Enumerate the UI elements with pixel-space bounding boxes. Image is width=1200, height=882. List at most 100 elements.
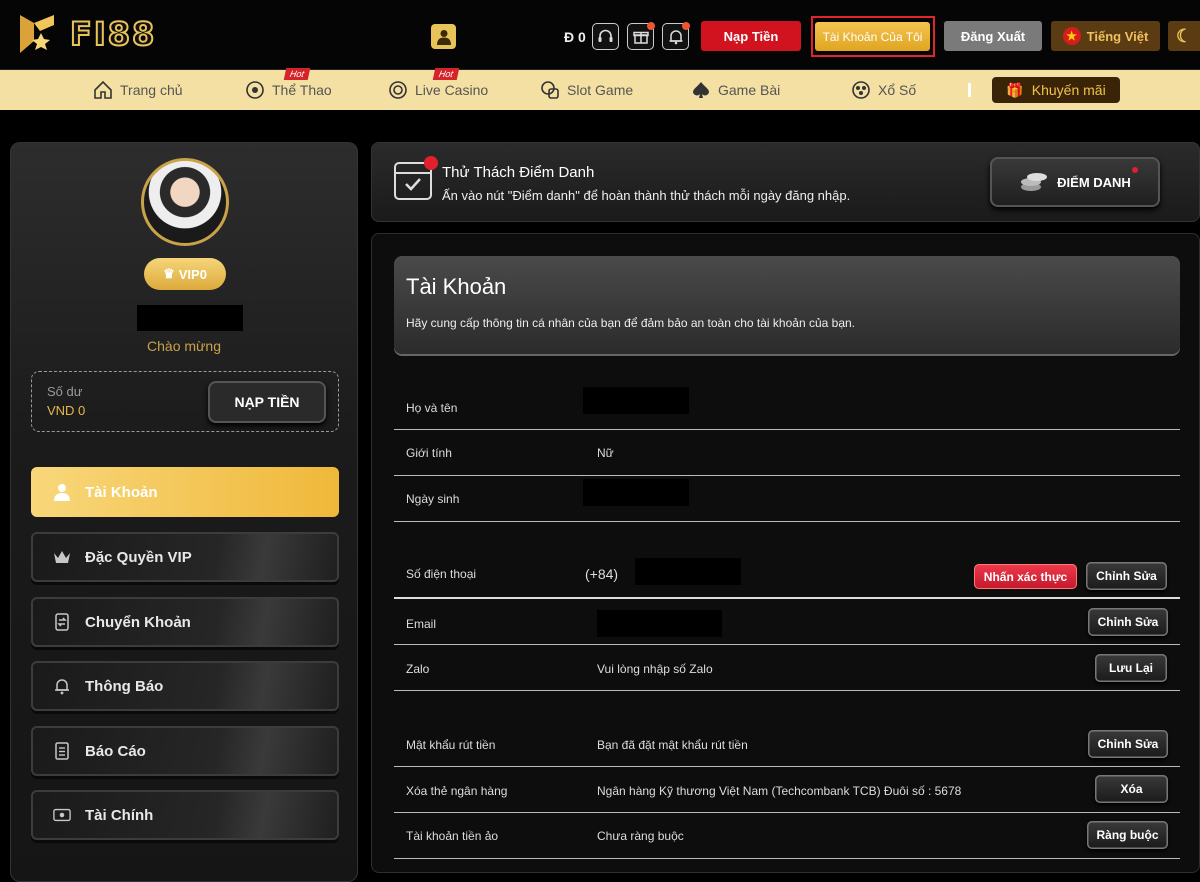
account-panel: Tài Khoản Hãy cung cấp thông tin cá nhân…	[371, 233, 1200, 873]
sidebar-item-vip[interactable]: Đặc Quyền VIP	[31, 532, 339, 582]
slot-icon	[540, 80, 560, 100]
row-label: Ngày sinh	[406, 492, 460, 506]
nav-divider	[968, 83, 971, 97]
row-email: Email Chỉnh Sửa	[394, 599, 1180, 645]
nav-item-lottery[interactable]: Xổ Số	[851, 70, 916, 110]
report-icon	[53, 742, 71, 760]
row-label: Xóa thẻ ngân hàng	[406, 784, 508, 798]
bell-icon[interactable]	[662, 22, 690, 50]
row-zalo: Zalo Vui lòng nhập số Zalo Lưu Lại	[394, 645, 1180, 691]
row-label: Số điện thoại	[406, 567, 477, 581]
logout-button[interactable]: Đăng Xuất	[944, 21, 1042, 51]
logo[interactable]: FI88	[10, 10, 156, 58]
row-value: Chưa ràng buộc	[597, 829, 684, 843]
nav-item-slot-game[interactable]: Slot Game	[540, 70, 633, 110]
birthdate-redacted	[583, 479, 689, 506]
nav-item-home[interactable]: Trang chủ	[93, 70, 183, 110]
nav-label: Slot Game	[567, 82, 634, 98]
sidebar-deposit-button[interactable]: NẠP TIỀN	[208, 381, 326, 423]
email-redacted	[597, 610, 722, 637]
hot-badge: Hot	[283, 68, 311, 80]
row-bank-card: Xóa thẻ ngân hàng Ngân hàng Kỹ thương Vi…	[394, 767, 1180, 813]
verify-phone-button[interactable]: Nhấn xác thực	[974, 564, 1077, 589]
row-label: Họ và tên	[406, 401, 458, 415]
account-header: Tài Khoản Hãy cung cấp thông tin cá nhân…	[394, 256, 1180, 354]
save-zalo-button[interactable]: Lưu Lại	[1095, 654, 1167, 682]
sidebar-item-label: Tài Khoản	[85, 483, 158, 501]
sidebar-item-reports[interactable]: Báo Cáo	[31, 726, 339, 776]
sidebar-item-account[interactable]: Tài Khoản	[31, 467, 339, 517]
vietnam-flag-icon: ★	[1062, 27, 1081, 45]
promotion-label: Khuyến mãi	[1031, 82, 1106, 98]
user-icon[interactable]	[431, 24, 456, 49]
row-label: Giới tính	[406, 446, 452, 460]
vip-badge[interactable]: ♛ VIP0	[144, 258, 226, 290]
row-label: Mật khẩu rút tiền	[406, 738, 496, 752]
sidebar-item-label: Đặc Quyền VIP	[85, 548, 192, 566]
row-label: Tài khoản tiền ảo	[406, 829, 499, 843]
sidebar-item-transfer[interactable]: Chuyển Khoản	[31, 597, 339, 647]
sidebar-item-notifications[interactable]: Thông Báo	[31, 661, 339, 711]
gift-box-icon[interactable]	[627, 22, 655, 50]
logo-text: FI88	[69, 14, 157, 54]
full-name-redacted	[583, 387, 689, 414]
soccer-ball-icon	[245, 80, 265, 100]
row-label: Email	[406, 617, 437, 631]
username-redacted	[137, 305, 243, 331]
row-value: Nữ	[597, 446, 614, 460]
main-nav: Trang chủ Thể Thao Hot Live Casino Hot S…	[0, 68, 1200, 110]
nav-label: Game Bài	[718, 82, 781, 98]
phone-redacted	[635, 558, 741, 585]
user-icon	[53, 483, 71, 501]
checkin-challenge-panel: Thử Thách Điểm Danh Ấn vào nút "Điểm dan…	[371, 142, 1200, 222]
promotion-button[interactable]: 🎁 Khuyến mãi	[992, 77, 1120, 103]
sidebar-item-label: Tài Chính	[85, 806, 154, 824]
nav-item-sports[interactable]: Thể Thao Hot	[245, 68, 332, 110]
welcome-text: Chào mừng	[147, 338, 221, 354]
nav-item-live-casino[interactable]: Live Casino Hot	[388, 68, 489, 110]
moon-icon[interactable]: ☾	[1168, 21, 1200, 51]
nav-label: Live Casino	[415, 82, 489, 98]
logo-mark-icon	[10, 10, 64, 58]
checkin-button[interactable]: ĐIỂM DANH	[990, 157, 1160, 207]
row-value: Vui lòng nhập số Zalo	[597, 662, 713, 676]
header-balance: Đ 0	[564, 29, 586, 45]
balance-label: Số dư	[47, 384, 83, 399]
crown-icon	[53, 548, 71, 566]
wallet-icon	[53, 806, 71, 824]
nav-item-card-games[interactable]: Game Bài	[691, 70, 780, 110]
row-crypto-account: Tài khoản tiền ảo Chưa ràng buộc Ràng bu…	[394, 813, 1180, 859]
my-account-button[interactable]: Tài Khoản Của Tôi	[815, 22, 930, 51]
top-bar: FI88 Đ 0 Nạp Tiền Tài Khoản Của Tôi Đăng…	[0, 0, 1200, 70]
row-value: Ngân hàng Kỹ thương Việt Nam (Techcomban…	[597, 784, 962, 798]
link-crypto-button[interactable]: Ràng buộc	[1087, 821, 1168, 849]
avatar[interactable]	[141, 158, 229, 246]
nav-label: Trang chủ	[120, 82, 183, 98]
balance-box: Số dư VND 0 NẠP TIỀN	[31, 371, 339, 432]
row-withdraw-password: Mật khẩu rút tiền Bạn đã đặt mật khẩu rú…	[394, 720, 1180, 767]
transfer-icon	[53, 613, 71, 631]
hot-badge: Hot	[432, 68, 460, 80]
vip-label: VIP0	[178, 266, 207, 282]
page-subtitle: Hãy cung cấp thông tin cá nhân của bạn đ…	[406, 316, 855, 330]
sidebar-item-finance[interactable]: Tài Chính	[31, 790, 339, 840]
deposit-button[interactable]: Nạp Tiền	[701, 21, 801, 51]
edit-phone-button[interactable]: Chỉnh Sửa	[1086, 562, 1167, 590]
checkin-subtitle: Ấn vào nút "Điểm danh" để hoàn thành thử…	[442, 188, 851, 203]
coins-icon	[1019, 169, 1049, 196]
spade-icon	[691, 80, 711, 100]
edit-withdraw-password-button[interactable]: Chỉnh Sửa	[1088, 730, 1168, 758]
row-value: (+84)	[585, 566, 619, 582]
bell-icon	[53, 677, 71, 695]
headset-icon[interactable]	[592, 23, 619, 50]
balance-value: VND 0	[47, 403, 86, 418]
edit-email-button[interactable]: Chỉnh Sửa	[1088, 608, 1168, 636]
row-full-name: Họ và tên	[394, 383, 1180, 430]
nav-label: Thể Thao	[272, 82, 332, 98]
row-birthdate: Ngày sinh	[394, 476, 1180, 522]
row-label: Zalo	[406, 662, 430, 676]
home-icon	[93, 80, 113, 100]
lottery-ball-icon	[851, 80, 871, 100]
language-selector[interactable]: ★ Tiếng Việt	[1051, 21, 1160, 51]
delete-bank-card-button[interactable]: Xóa	[1095, 775, 1168, 803]
